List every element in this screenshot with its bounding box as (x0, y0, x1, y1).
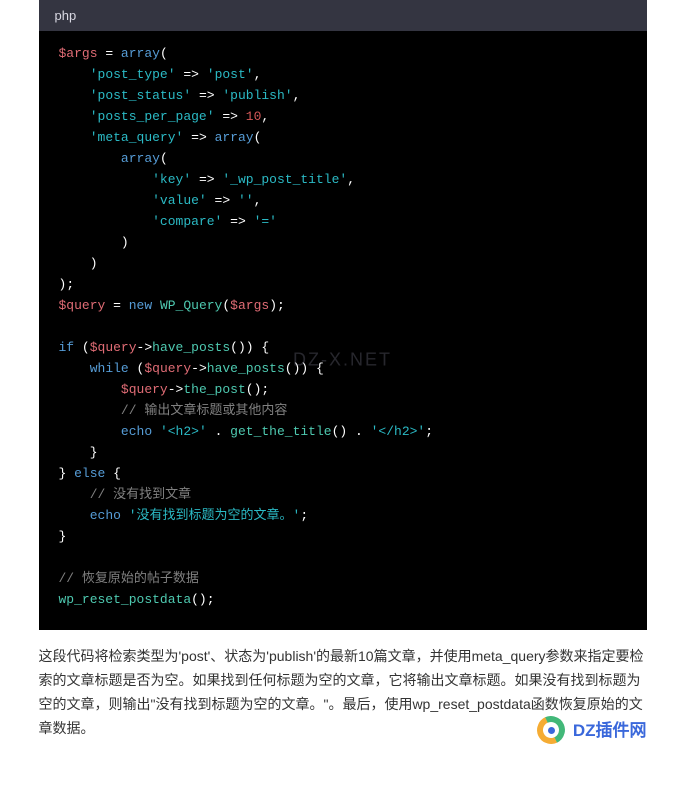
code-line: echo '<h2>' . get_the_title() . '</h2>'; (59, 421, 627, 442)
code-line: ) (59, 253, 627, 274)
code-block: php $args = array( 'post_type' => 'post'… (39, 0, 647, 630)
code-line: echo '没有找到标题为空的文章。'; (59, 505, 627, 526)
brand-logo-icon (537, 716, 567, 746)
code-line: 'compare' => '=' (59, 211, 627, 232)
code-line: // 输出文章标题或其他内容 (59, 400, 627, 421)
brand-watermark: DZ插件网 (537, 716, 647, 746)
code-body: $args = array( 'post_type' => 'post', 'p… (39, 31, 647, 630)
code-line (59, 316, 627, 337)
description-text: 这段代码将检索类型为'post'、状态为'publish'的最新10篇文章，并使… (39, 644, 647, 740)
code-line: $query = new WP_Query($args); (59, 295, 627, 316)
code-line: $query->the_post(); (59, 379, 627, 400)
code-line: $args = array( (59, 43, 627, 64)
code-line: ); (59, 274, 627, 295)
code-line: 'post_status' => 'publish', (59, 85, 627, 106)
code-line: // 恢复原始的帖子数据 (59, 568, 627, 589)
code-line: 'value' => '', (59, 190, 627, 211)
code-line: array( (59, 148, 627, 169)
code-line: } else { (59, 463, 627, 484)
code-line: if ($query->have_posts()) { (59, 337, 627, 358)
code-line: 'meta_query' => array( (59, 127, 627, 148)
code-line: // 没有找到文章 (59, 484, 627, 505)
code-line: 'posts_per_page' => 10, (59, 106, 627, 127)
code-line: } (59, 526, 627, 547)
brand-name: DZ插件网 (573, 719, 647, 743)
code-line: 'post_type' => 'post', (59, 64, 627, 85)
code-line: wp_reset_postdata(); (59, 589, 627, 610)
code-line (59, 547, 627, 568)
code-language-label: php (39, 0, 647, 31)
code-line: ) (59, 232, 627, 253)
code-line: 'key' => '_wp_post_title', (59, 169, 627, 190)
code-line: } (59, 442, 627, 463)
code-line: while ($query->have_posts()) { (59, 358, 627, 379)
